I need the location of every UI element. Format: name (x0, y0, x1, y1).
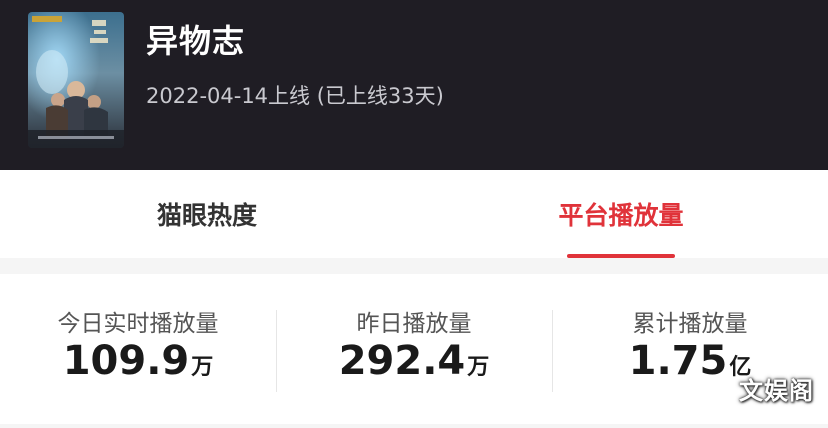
stat-label: 今日实时播放量 (57, 311, 219, 337)
watermark-text: 文娱阁 (739, 376, 814, 405)
tab-maoyan-heat[interactable]: 猫眼热度 (0, 170, 414, 258)
stat-value: 292.4万 (276, 338, 552, 384)
tab-bar: 猫眼热度 平台播放量 (0, 170, 828, 258)
stat-number: 292.4 (338, 338, 466, 384)
stat-number: 109.9 (62, 338, 190, 384)
stat-label: 累计播放量 (632, 311, 748, 337)
stat-label: 昨日播放量 (356, 311, 472, 337)
release-info: 2022-04-14上线 (已上线33天) (146, 84, 444, 108)
movie-title: 异物志 (146, 22, 246, 60)
stat-unit: 万 (191, 355, 214, 380)
stat-value: 109.9万 (0, 338, 276, 384)
active-tab-indicator (567, 254, 675, 258)
stats-panel: 今日实时播放量 109.9万 昨日播放量 292.4万 累计播放量 1.75亿 (0, 274, 828, 424)
watermark: 文娱阁 (709, 368, 814, 408)
stat-unit: 万 (467, 355, 490, 380)
watermark-logo-icon (709, 374, 737, 402)
movie-poster[interactable] (28, 12, 124, 148)
stat-today-realtime: 今日实时播放量 109.9万 (0, 274, 276, 424)
stat-yesterday: 昨日播放量 292.4万 (276, 274, 552, 424)
tab-platform-views[interactable]: 平台播放量 (414, 170, 828, 258)
movie-header: 异物志 2022-04-14上线 (已上线33天) (0, 0, 828, 170)
